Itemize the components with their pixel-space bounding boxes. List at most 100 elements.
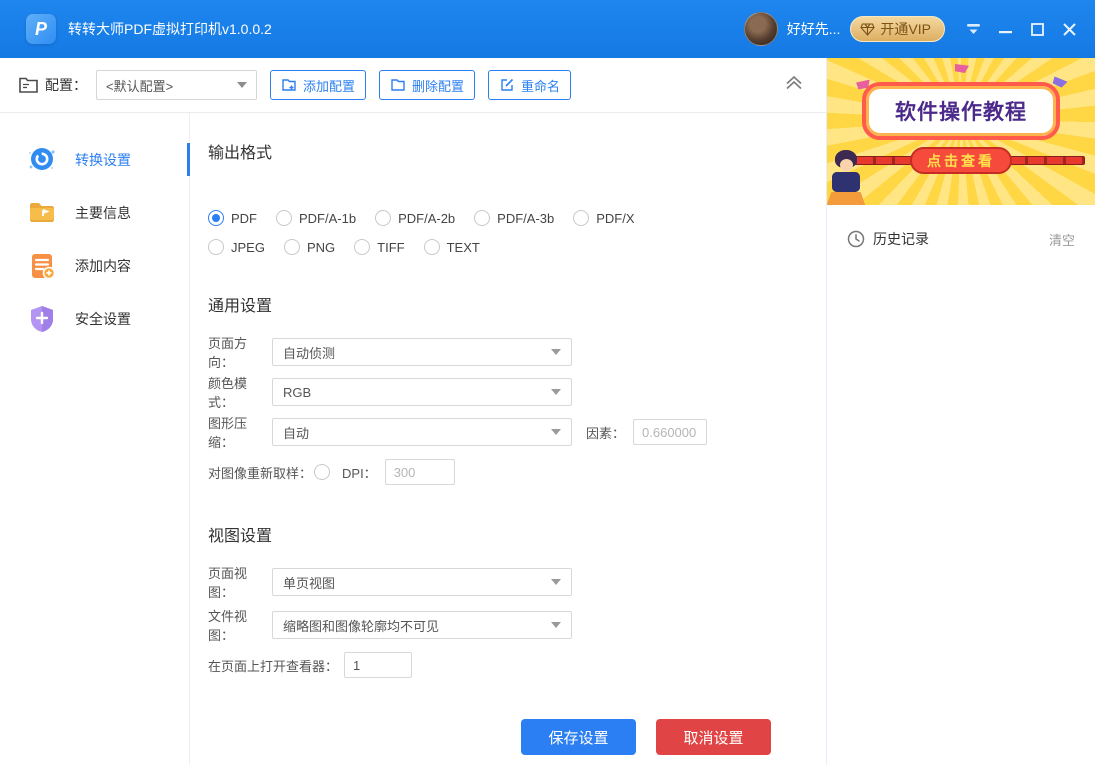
add-config-button[interactable]: 添加配置 xyxy=(270,70,367,100)
sidebar-item-security-settings[interactable]: 安全设置 xyxy=(0,292,189,345)
tutorial-ad-banner[interactable]: 软件操作教程 点击查看 xyxy=(827,58,1095,205)
ad-view-button[interactable]: 点击查看 xyxy=(910,147,1012,174)
add-content-icon xyxy=(26,250,58,282)
user-avatar[interactable] xyxy=(743,12,778,46)
config-toolbar: 配置： <默认配置> 添加配置 删除配置 重命名 xyxy=(0,58,826,113)
dpi-label: DPI： xyxy=(342,465,377,481)
titlebar-right: 好好先... 开通VIP xyxy=(743,12,1081,46)
radio-circle xyxy=(208,239,224,255)
color-mode-select[interactable]: RGB xyxy=(272,378,572,406)
color-mode-value: RGB xyxy=(283,384,312,400)
cancel-settings-button[interactable]: 取消设置 xyxy=(656,719,771,755)
factor-label: 因素： xyxy=(586,425,626,441)
action-buttons: 保存设置 取消设置 xyxy=(521,719,826,755)
radio-circle xyxy=(573,210,590,226)
maximize-button[interactable] xyxy=(1025,17,1049,41)
file-view-select[interactable]: 缩略图和图像轮廓均不可见 xyxy=(272,611,572,639)
username[interactable]: 好好先... xyxy=(787,19,841,39)
radio-circle xyxy=(423,239,440,255)
radio-circle xyxy=(375,210,392,226)
vip-label: 开通VIP xyxy=(880,21,931,37)
sidebar-item-label: 转换设置 xyxy=(75,151,131,168)
right-panel: 软件操作教程 点击查看 历史记录 清空 xyxy=(827,58,1095,765)
left-area: 配置： <默认配置> 添加配置 删除配置 重命名 转换设置 主要信息 添加内容 … xyxy=(0,58,827,765)
sidebar: 转换设置 主要信息 添加内容 安全设置 xyxy=(0,113,190,765)
radio-pdf-a-2b[interactable]: PDF/A-2b xyxy=(375,210,455,226)
convert-settings-icon xyxy=(26,144,58,176)
history-title: 历史记录 xyxy=(873,231,929,247)
radio-tiff[interactable]: TIFF xyxy=(354,239,405,255)
file-view-row: 文件视图： 缩略图和图像轮廓均不可见 xyxy=(208,609,826,643)
ad-character-right xyxy=(827,150,871,205)
radio-pdf-a-3b[interactable]: PDF/A-3b xyxy=(474,210,554,226)
file-icon xyxy=(390,77,406,93)
main-info-icon xyxy=(26,197,58,229)
history-header: 历史记录 清空 xyxy=(827,215,1095,263)
page-view-select[interactable]: 单页视图 xyxy=(272,568,572,596)
resample-radio[interactable] xyxy=(314,464,331,480)
rename-button[interactable]: 重命名 xyxy=(488,70,572,100)
sidebar-item-main-info[interactable]: 主要信息 xyxy=(0,186,189,239)
resample-label: 对图像重新取样： xyxy=(208,465,313,481)
radio-pdf-a-1b[interactable]: PDF/A-1b xyxy=(276,210,356,226)
chevron-down-icon xyxy=(551,349,561,355)
radio-text[interactable]: TEXT xyxy=(423,239,480,255)
ad-flag-decoration xyxy=(955,64,969,73)
close-button[interactable] xyxy=(1057,17,1081,41)
general-settings-heading: 通用设置 xyxy=(208,298,273,315)
edit-pencil-icon xyxy=(499,77,515,93)
sidebar-item-label: 安全设置 xyxy=(75,310,131,327)
app-logo-icon: P xyxy=(26,14,56,44)
collapse-panel-icon[interactable] xyxy=(784,74,804,96)
radio-circle xyxy=(276,210,292,226)
color-mode-row: 颜色模式： RGB xyxy=(208,376,826,410)
security-settings-icon xyxy=(26,303,58,335)
page-view-row: 页面视图： 单页视图 xyxy=(208,566,826,600)
radio-pdf[interactable]: PDF xyxy=(208,210,257,226)
titlebar: P 转转大师PDF虚拟打印机v1.0.0.2 好好先... 开通VIP xyxy=(0,0,1095,58)
compression-select[interactable]: 自动 xyxy=(272,418,572,446)
factor-input[interactable] xyxy=(633,419,708,445)
main-region: 配置： <默认配置> 添加配置 删除配置 重命名 转换设置 主要信息 添加内容 … xyxy=(0,58,1095,765)
sidebar-item-label: 添加内容 xyxy=(75,257,131,274)
window-title: 转转大师PDF虚拟打印机v1.0.0.2 xyxy=(68,21,272,37)
resample-row: 对图像重新取样： DPI： xyxy=(208,458,826,486)
view-settings-heading: 视图设置 xyxy=(208,528,273,545)
add-config-label: 添加配置 xyxy=(303,78,356,94)
radio-circle xyxy=(354,239,371,255)
chevron-down-icon xyxy=(551,389,561,395)
ad-title-box: 软件操作教程 xyxy=(862,82,1060,140)
radio-circle xyxy=(208,210,224,226)
page-orientation-value: 自动侦测 xyxy=(283,345,336,361)
delete-config-button[interactable]: 删除配置 xyxy=(379,70,476,100)
radio-pdf-x[interactable]: PDF/X xyxy=(573,210,635,226)
chevron-down-icon xyxy=(551,579,561,585)
file-view-value: 缩略图和图像轮廓均不可见 xyxy=(283,618,440,634)
viewer-input[interactable] xyxy=(344,652,413,678)
save-settings-button[interactable]: 保存设置 xyxy=(521,719,636,755)
chevron-down-icon xyxy=(237,82,247,88)
format-row-2: JPEG PNG TIFF TEXT xyxy=(208,239,826,255)
dpi-input[interactable] xyxy=(384,459,455,485)
open-vip-button[interactable]: 开通VIP xyxy=(850,16,945,42)
sidebar-item-add-content[interactable]: 添加内容 xyxy=(0,239,189,292)
config-select[interactable]: <默认配置> xyxy=(96,70,257,100)
minimize-button[interactable] xyxy=(993,17,1017,41)
window-controls xyxy=(961,17,1081,41)
main-menu-icon[interactable] xyxy=(961,17,985,41)
chevron-down-icon xyxy=(551,622,561,628)
compression-row: 图形压缩： 自动 因素： xyxy=(208,416,826,450)
config-select-value: <默认配置> xyxy=(106,78,174,94)
page-view-label: 页面视图： xyxy=(208,566,248,600)
sidebar-item-convert-settings[interactable]: 转换设置 xyxy=(0,133,190,186)
page-orientation-select[interactable]: 自动侦测 xyxy=(272,338,572,366)
config-folder-icon xyxy=(18,76,39,95)
file-plus-icon xyxy=(281,77,297,93)
color-mode-label: 颜色模式： xyxy=(208,376,248,410)
clear-history-button[interactable]: 清空 xyxy=(1049,230,1075,249)
radio-circle xyxy=(283,239,300,255)
content-row: 转换设置 主要信息 添加内容 安全设置 输出格式 PDF PDF/A-1b PD… xyxy=(0,113,826,765)
radio-png[interactable]: PNG xyxy=(283,239,335,255)
radio-jpeg[interactable]: JPEG xyxy=(208,239,265,255)
radio-circle xyxy=(474,210,491,226)
